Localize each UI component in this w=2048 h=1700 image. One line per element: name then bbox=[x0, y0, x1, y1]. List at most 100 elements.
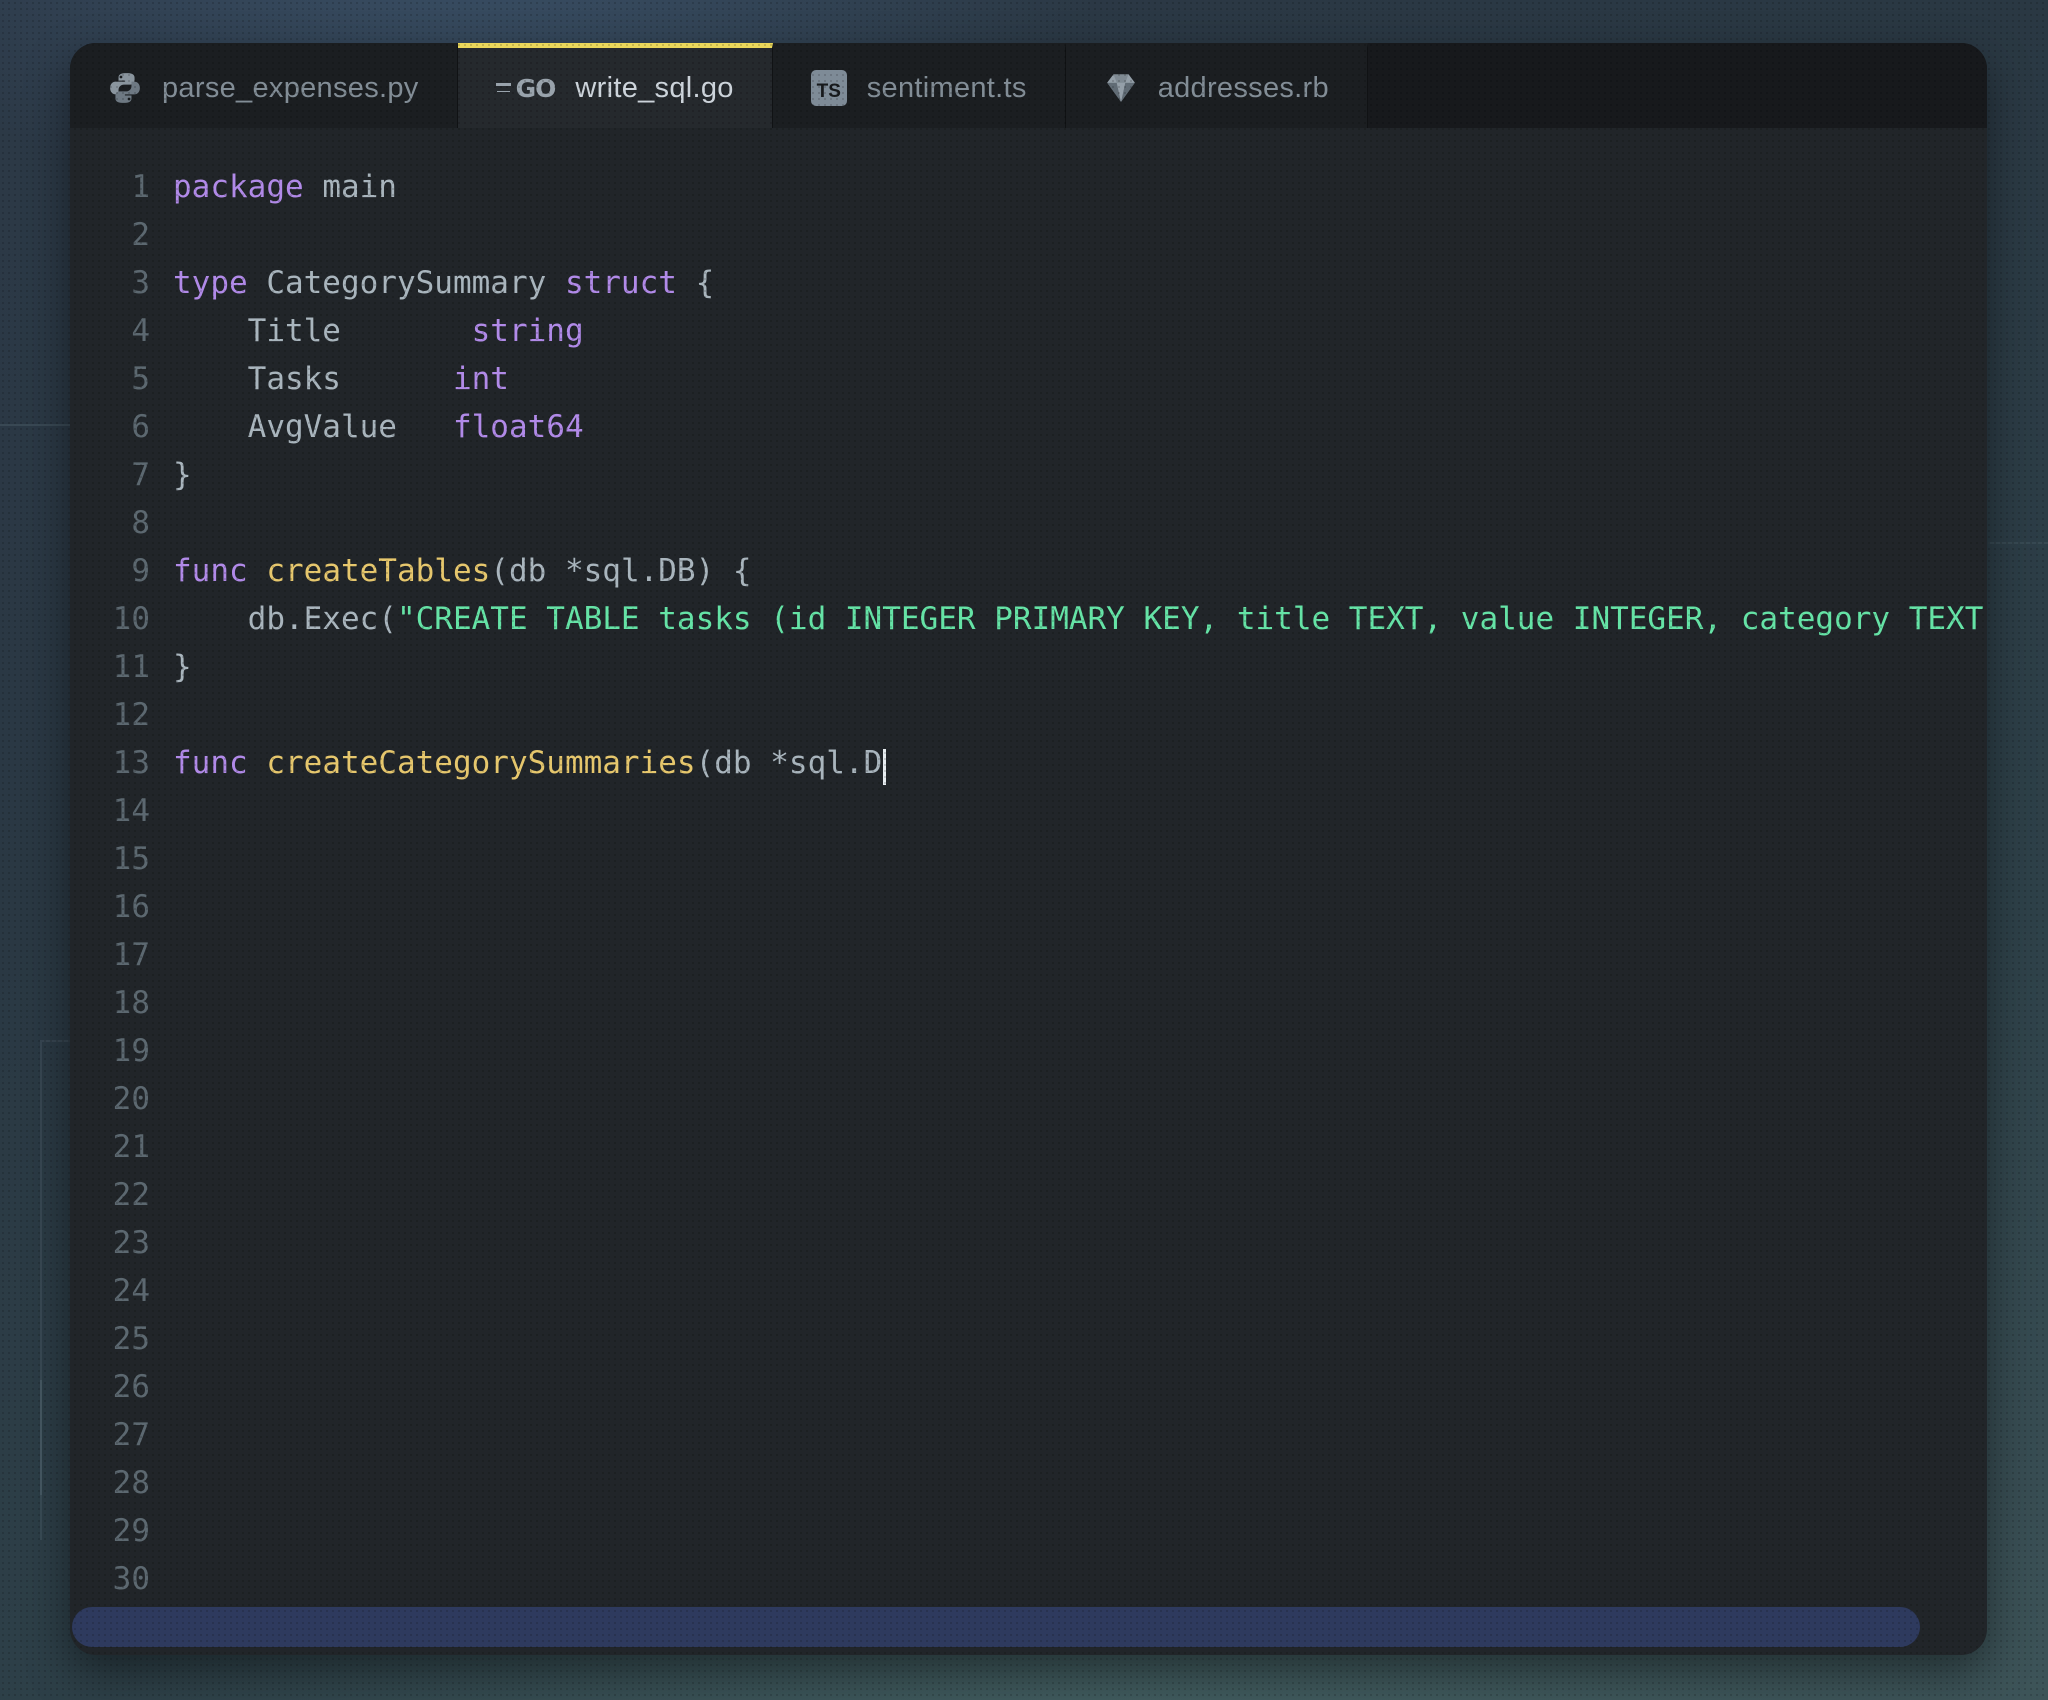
line-number: 23 bbox=[112, 1225, 150, 1261]
python-icon bbox=[108, 71, 142, 105]
tab-label: parse_expenses.py bbox=[162, 71, 419, 104]
tab-parse-expenses-py[interactable]: parse_expenses.py bbox=[70, 43, 458, 128]
code-line[interactable]: 23 bbox=[70, 1219, 1987, 1267]
line-number: 18 bbox=[112, 985, 150, 1021]
line-number: 11 bbox=[112, 649, 150, 685]
line-number: 1 bbox=[131, 169, 150, 205]
line-number: 15 bbox=[112, 841, 150, 877]
line-number: 6 bbox=[131, 409, 150, 445]
code-line[interactable]: 11} bbox=[70, 643, 1987, 691]
code-editor-area[interactable]: 1 package main 2 3 type CategorySummary stru… bbox=[70, 128, 1987, 1655]
tab-label: addresses.rb bbox=[1157, 71, 1329, 104]
line-number: 21 bbox=[112, 1129, 150, 1165]
code-line[interactable]: 6 AvgValue float64 bbox=[70, 403, 1987, 451]
code-text: Title string bbox=[173, 313, 584, 349]
line-number: 24 bbox=[112, 1273, 150, 1309]
tab-label: sentiment.ts bbox=[866, 71, 1027, 104]
tab-bar-empty-space bbox=[1367, 43, 1987, 128]
line-number: 3 bbox=[131, 265, 150, 301]
code-line[interactable]: 20 bbox=[70, 1075, 1987, 1123]
line-number: 5 bbox=[131, 361, 150, 397]
line-number: 4 bbox=[131, 313, 150, 349]
code-line[interactable]: 3 type CategorySummary struct { bbox=[70, 259, 1987, 307]
ruby-icon bbox=[1104, 71, 1138, 105]
code-line[interactable]: 30 bbox=[70, 1555, 1987, 1603]
code-line[interactable]: 24 bbox=[70, 1267, 1987, 1315]
code-line[interactable]: 17 bbox=[70, 931, 1987, 979]
backdrop-line bbox=[1988, 542, 2048, 544]
line-number: 13 bbox=[112, 745, 150, 781]
tab-label: write_sql.go bbox=[575, 71, 734, 104]
line-number: 28 bbox=[112, 1465, 150, 1501]
code-line[interactable]: 14 bbox=[70, 787, 1987, 835]
tab-write-sql-go[interactable]: GO write_sql.go bbox=[457, 43, 773, 128]
code-line[interactable]: 16 bbox=[70, 883, 1987, 931]
line-number: 17 bbox=[112, 937, 150, 973]
code-line[interactable]: 1 package main bbox=[70, 163, 1987, 211]
code-line[interactable]: 26 bbox=[70, 1363, 1987, 1411]
line-number: 10 bbox=[112, 601, 150, 637]
line-number: 12 bbox=[112, 697, 150, 733]
code-line[interactable]: 27 bbox=[70, 1411, 1987, 1459]
code-text: type CategorySummary struct { bbox=[173, 265, 715, 301]
line-number: 2 bbox=[131, 217, 150, 253]
text-cursor bbox=[883, 749, 887, 785]
line-number: 8 bbox=[131, 505, 150, 541]
code-line[interactable]: 15 bbox=[70, 835, 1987, 883]
tab-sentiment-ts[interactable]: TS sentiment.ts bbox=[772, 43, 1066, 128]
tab-bar: parse_expenses.py GO write_sql.go TS sentime… bbox=[70, 43, 1987, 128]
code-line[interactable]: 29 bbox=[70, 1507, 1987, 1555]
code-line[interactable]: 13 func createCategorySummaries(db *sql.D bbox=[70, 739, 1987, 787]
code-line[interactable]: 8 bbox=[70, 499, 1987, 547]
editor-window: parse_expenses.py GO write_sql.go TS sentime… bbox=[70, 43, 1987, 1655]
code-text: func createTables(db *sql.DB) { bbox=[173, 553, 752, 589]
code-line[interactable]: 12 bbox=[70, 691, 1987, 739]
code-text: AvgValue float64 bbox=[173, 409, 584, 445]
code-line[interactable]: 22 bbox=[70, 1171, 1987, 1219]
code-line[interactable]: 19 bbox=[70, 1027, 1987, 1075]
line-number: 30 bbox=[112, 1561, 150, 1597]
backdrop-line bbox=[0, 424, 70, 426]
line-number: 25 bbox=[112, 1321, 150, 1357]
code-line[interactable]: 9 func createTables(db *sql.DB) { bbox=[70, 547, 1987, 595]
code-line[interactable]: 21 bbox=[70, 1123, 1987, 1171]
horizontal-scrollbar[interactable] bbox=[72, 1607, 1985, 1647]
line-number: 20 bbox=[112, 1081, 150, 1117]
code-line[interactable]: 28 bbox=[70, 1459, 1987, 1507]
scrollbar-thumb[interactable] bbox=[72, 1607, 1920, 1647]
tab-addresses-rb[interactable]: addresses.rb bbox=[1065, 43, 1368, 128]
code-text: package main bbox=[173, 169, 397, 205]
go-icon: GO bbox=[495, 74, 556, 103]
code-line[interactable]: 2 bbox=[70, 211, 1987, 259]
line-number: 29 bbox=[112, 1513, 150, 1549]
code-line[interactable]: 4 Title string bbox=[70, 307, 1987, 355]
code-text: db.Exec("CREATE TABLE tasks (id INTEGER … bbox=[173, 601, 1984, 637]
code-line[interactable]: 7} bbox=[70, 451, 1987, 499]
line-number: 22 bbox=[112, 1177, 150, 1213]
code-line[interactable]: 25 bbox=[70, 1315, 1987, 1363]
code-line[interactable]: 18 bbox=[70, 979, 1987, 1027]
code-line[interactable]: 10 db.Exec("CREATE TABLE tasks (id INTEG… bbox=[70, 595, 1987, 643]
line-number: 14 bbox=[112, 793, 150, 829]
line-number: 16 bbox=[112, 889, 150, 925]
code-line[interactable]: 5 Tasks int bbox=[70, 355, 1987, 403]
backdrop-line bbox=[40, 1380, 42, 1495]
